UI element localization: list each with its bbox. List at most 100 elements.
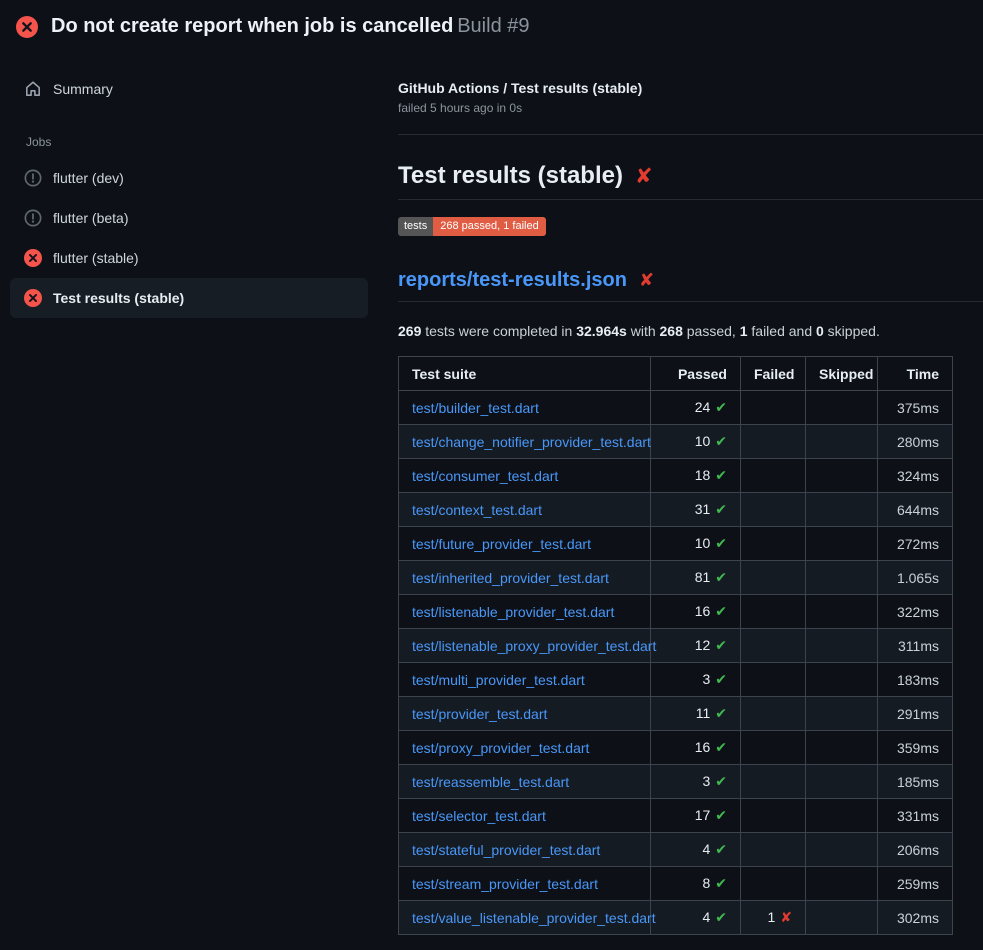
cell-skipped <box>806 901 878 935</box>
table-row: test/stream_provider_test.dart8✔259ms <box>399 867 953 901</box>
count-value: 3 <box>702 773 710 789</box>
test-suite-link[interactable]: test/proxy_provider_test.dart <box>412 740 589 756</box>
stop-circle-icon <box>24 169 42 187</box>
job-header: GitHub Actions / Test results (stable) f… <box>398 80 983 135</box>
count-value: 4 <box>702 909 710 925</box>
cell-passed: 24✔ <box>651 391 741 425</box>
sidebar-item-label: flutter (dev) <box>53 170 124 186</box>
cell-passed: 16✔ <box>651 731 741 765</box>
cell-skipped <box>806 765 878 799</box>
table-row: test/change_notifier_provider_test.dart 1… <box>399 425 953 459</box>
test-suite-link[interactable]: test/context_test.dart <box>412 502 542 518</box>
cell-failed <box>741 425 806 459</box>
test-suite-link[interactable]: test/change_notifier_provider_test.dart <box>412 434 651 450</box>
cell-test-suite: test/listenable_proxy_provider_test.dart <box>399 629 651 663</box>
sidebar-item-summary[interactable]: Summary <box>10 69 368 109</box>
sidebar-item-flutter-beta[interactable]: flutter (beta) <box>10 198 368 238</box>
check-icon: ✔ <box>715 467 727 483</box>
cell-test-suite: test/builder_test.dart <box>399 391 651 425</box>
x-circle-fill-icon <box>16 16 38 38</box>
results-table-body: test/builder_test.dart24✔375mstest/chang… <box>399 391 953 935</box>
count-value: 10 <box>695 535 711 551</box>
test-suite-link[interactable]: test/builder_test.dart <box>412 400 539 416</box>
table-row: test/selector_test.dart 17✔ 331ms <box>399 799 953 833</box>
cell-skipped <box>806 697 878 731</box>
cell-failed <box>741 629 806 663</box>
cell-test-suite: test/context_test.dart <box>399 493 651 527</box>
sidebar-item-label: flutter (beta) <box>53 210 128 226</box>
cell-time: 331ms <box>878 799 953 833</box>
x-circle-fill-icon <box>24 249 42 267</box>
count-value: 31 <box>695 501 711 517</box>
sidebar-item-flutter-stable[interactable]: flutter (stable) <box>10 238 368 278</box>
test-suite-link[interactable]: test/listenable_provider_test.dart <box>412 604 614 620</box>
results-table: Test suite Passed Failed Skipped Time te… <box>398 356 953 935</box>
cell-time: 302ms <box>878 901 953 935</box>
sidebar-item-test-results-stable[interactable]: Test results (stable) <box>10 278 368 318</box>
summary-fragment: 32.964s <box>576 323 627 339</box>
cell-passed: 3✔ <box>651 663 741 697</box>
cell-time: 359ms <box>878 731 953 765</box>
test-suite-link[interactable]: test/consumer_test.dart <box>412 468 558 484</box>
col-header-skipped: Skipped <box>806 357 878 391</box>
test-suite-link[interactable]: test/future_provider_test.dart <box>412 536 591 552</box>
cell-failed <box>741 731 806 765</box>
test-suite-link[interactable]: test/listenable_proxy_provider_test.dart <box>412 638 656 654</box>
cell-failed <box>741 561 806 595</box>
test-suite-link[interactable]: test/value_listenable_provider_test.dart <box>412 910 656 926</box>
cell-failed <box>741 595 806 629</box>
test-suite-link[interactable]: test/multi_provider_test.dart <box>412 672 585 688</box>
cell-skipped <box>806 629 878 663</box>
count-value: 24 <box>695 399 711 415</box>
cell-failed <box>741 663 806 697</box>
test-suite-link[interactable]: test/provider_test.dart <box>412 706 547 722</box>
cell-failed <box>741 833 806 867</box>
report-title-link[interactable]: reports/test-results.json <box>398 269 627 292</box>
test-suite-link[interactable]: test/inherited_provider_test.dart <box>412 570 609 586</box>
cell-time: 291ms <box>878 697 953 731</box>
col-header-failed: Failed <box>741 357 806 391</box>
check-icon: ✔ <box>715 807 727 823</box>
count-value: 10 <box>695 433 711 449</box>
cell-time: 322ms <box>878 595 953 629</box>
summary-text: 269 tests were completed in 32.964s with… <box>398 323 983 339</box>
test-suite-link[interactable]: test/stream_provider_test.dart <box>412 876 598 892</box>
failed-x-icon: ✘ <box>639 270 654 291</box>
cell-test-suite: test/multi_provider_test.dart <box>399 663 651 697</box>
run-title: Do not create report when job is cancell… <box>51 15 453 37</box>
home-icon <box>24 80 42 98</box>
cell-skipped <box>806 493 878 527</box>
summary-fragment: tests were completed in <box>421 323 576 339</box>
cell-skipped <box>806 731 878 765</box>
badge-label: tests <box>398 217 433 236</box>
test-suite-link[interactable]: test/reassemble_test.dart <box>412 774 569 790</box>
test-suite-link[interactable]: test/stateful_provider_test.dart <box>412 842 600 858</box>
cell-test-suite: test/provider_test.dart <box>399 697 651 731</box>
count-value: 16 <box>695 603 711 619</box>
main-content: GitHub Actions / Test results (stable) f… <box>380 52 983 935</box>
summary-fragment: failed and <box>748 323 817 339</box>
summary-fragment: 268 <box>660 323 683 339</box>
table-row: test/consumer_test.dart18✔324ms <box>399 459 953 493</box>
test-suite-link[interactable]: test/selector_test.dart <box>412 808 546 824</box>
job-status-line: failed 5 hours ago in 0s <box>398 101 983 115</box>
table-row: test/listenable_proxy_provider_test.dart… <box>399 629 953 663</box>
x-circle-fill-icon <box>24 289 42 307</box>
tests-badge[interactable]: tests 268 passed, 1 failed <box>398 217 546 236</box>
summary-fragment: passed, <box>683 323 740 339</box>
cell-skipped <box>806 459 878 493</box>
col-header-passed: Passed <box>651 357 741 391</box>
cell-test-suite: test/reassemble_test.dart <box>399 765 651 799</box>
cell-test-suite: test/change_notifier_provider_test.dart <box>399 425 651 459</box>
cell-time: 1.065s <box>878 561 953 595</box>
summary-fragment: 0 <box>816 323 824 339</box>
run-build-number: Build #9 <box>457 15 529 37</box>
cell-passed: 16✔ <box>651 595 741 629</box>
sidebar-item-flutter-dev[interactable]: flutter (dev) <box>10 158 368 198</box>
cell-time: 644ms <box>878 493 953 527</box>
cell-skipped <box>806 527 878 561</box>
check-icon: ✔ <box>715 875 727 891</box>
cell-time: 206ms <box>878 833 953 867</box>
table-header-row: Test suite Passed Failed Skipped Time <box>399 357 953 391</box>
cell-passed: 17✔ <box>651 799 741 833</box>
